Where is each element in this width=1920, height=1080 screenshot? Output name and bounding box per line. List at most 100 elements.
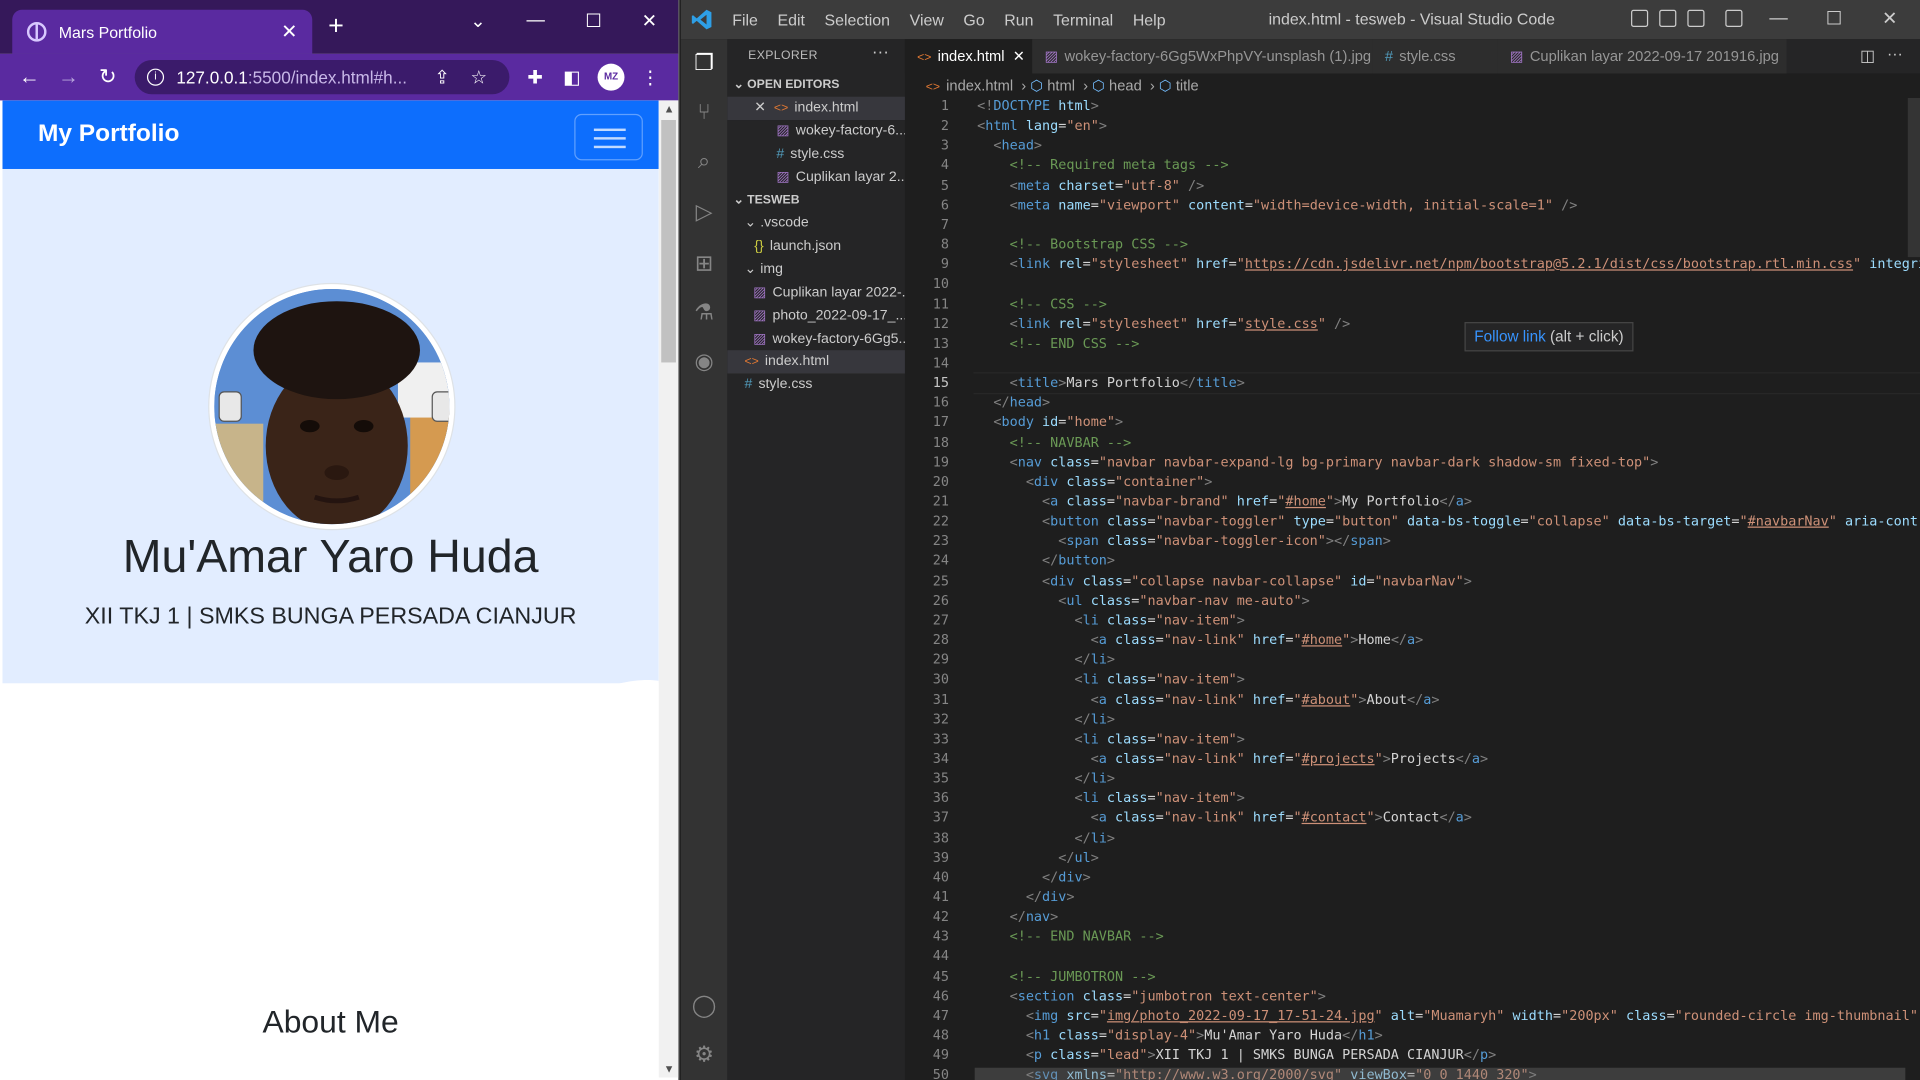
menu-terminal[interactable]: Terminal (1043, 10, 1123, 28)
open-editor-index-html[interactable]: ✕ <> index.html (727, 96, 905, 121)
code-line[interactable]: <button class="navbar-toggler" type="but… (977, 513, 1920, 529)
code-line[interactable]: </li> (977, 652, 1115, 668)
reload-icon[interactable]: ↻ (88, 65, 127, 89)
code-line[interactable]: <nav class="navbar navbar-expand-lg bg-p… (977, 454, 1659, 470)
customize-layout-icon[interactable] (1725, 9, 1743, 27)
address-bar[interactable]: i 127.0.0.1:5500/index.html#h... ⇪ ☆ (134, 60, 510, 95)
edge-devtools-icon[interactable]: ◉ (691, 348, 718, 375)
code-line[interactable]: <link rel="stylesheet" href="https://cdn… (977, 256, 1920, 272)
page-scrollbar[interactable]: ▲ ▼ (658, 100, 679, 1078)
source-control-icon[interactable]: ⑂ (691, 98, 718, 125)
navbar-toggler-button[interactable] (574, 113, 643, 161)
code-line[interactable]: <!-- JUMBOTRON --> (977, 968, 1156, 984)
code-line[interactable]: <li class="nav-item"> (977, 731, 1244, 747)
minimize-icon[interactable]: — (527, 10, 545, 31)
crumb-title[interactable]: title (1176, 77, 1199, 94)
code-line[interactable]: <a class="nav-link" href="#contact">Cont… (977, 810, 1472, 826)
menu-help[interactable]: Help (1123, 10, 1175, 28)
file-wokey[interactable]: ▨ wokey-factory-6Gg5... (727, 328, 905, 351)
tab-style-css[interactable]: # style.css (1372, 39, 1498, 74)
code-line[interactable]: <head> (977, 138, 1042, 154)
file-style-css[interactable]: # style.css (727, 373, 905, 396)
menu-edit[interactable]: Edit (768, 10, 815, 28)
scroll-down-icon[interactable]: ▼ (664, 1063, 675, 1075)
settings-gear-icon[interactable]: ⚙ (691, 1041, 718, 1068)
tab-cuplikan-jpg[interactable]: ▨ Cuplikan layar 2022-09-17 201916.jpg (1497, 39, 1787, 74)
code-line[interactable]: <span class="navbar-toggler-icon"></span… (977, 533, 1391, 549)
toggle-secondary-sidebar-icon[interactable] (1687, 9, 1705, 27)
code-line[interactable]: </button> (977, 553, 1115, 569)
code-line[interactable]: <!DOCTYPE html> (977, 98, 1099, 114)
code-line[interactable]: <!-- END NAVBAR --> (977, 929, 1164, 945)
file-cuplikan[interactable]: ▨ Cuplikan layar 2022-... (727, 282, 905, 305)
open-editor-style-css[interactable]: # style.css (727, 143, 905, 166)
more-actions-icon[interactable]: ··· (872, 42, 889, 62)
browser-tab[interactable]: Mars Portfolio ✕ (12, 9, 313, 54)
code-line[interactable]: <li class="nav-item"> (977, 790, 1244, 806)
code-line[interactable]: <!-- END CSS --> (977, 335, 1140, 351)
code-line[interactable]: <!-- Bootstrap CSS --> (977, 236, 1188, 252)
file-launch-json[interactable]: {} launch.json (727, 235, 905, 258)
tab-search-icon[interactable]: ⌄ (470, 10, 485, 32)
side-panel-icon[interactable]: ◧ (553, 66, 590, 88)
extensions-icon[interactable]: ✚ (517, 66, 554, 88)
crumb-file[interactable]: index.html (946, 77, 1013, 94)
code-line[interactable]: <a class="nav-link" href="#projects">Pro… (977, 751, 1488, 767)
navbar-brand[interactable]: My Portfolio (38, 120, 179, 148)
profile-avatar[interactable]: MZ (597, 63, 625, 91)
new-tab-icon[interactable]: + (328, 12, 344, 39)
code-line[interactable]: <ul class="navbar-nav me-auto"> (977, 592, 1309, 608)
minimap-slider[interactable] (1907, 97, 1920, 258)
maximize-icon[interactable]: ☐ (1826, 7, 1842, 30)
code-line[interactable]: <a class="nav-link" href="#about">About<… (977, 691, 1440, 707)
code-line[interactable]: <img src="img/photo_2022-09-17_17-51-24.… (977, 1008, 1920, 1024)
run-debug-icon[interactable]: ▷ (691, 198, 718, 225)
scrollbar-thumb[interactable] (661, 120, 676, 363)
tab-index-html[interactable]: <> index.html ✕ (904, 39, 1033, 74)
menu-selection[interactable]: Selection (815, 10, 900, 28)
folder-vscode[interactable]: ⌄ .vscode (727, 212, 905, 235)
open-editor-wokey-jpg[interactable]: ▨ wokey-factory-6... (727, 120, 905, 143)
folder-img[interactable]: ⌄ img (727, 258, 905, 281)
crumb-html[interactable]: html (1047, 77, 1075, 94)
code-line[interactable]: <a class="nav-link" href="#home">Home</a… (977, 632, 1424, 648)
open-editors-section[interactable]: ⌄ OPEN EDITORS (727, 73, 905, 96)
horizontal-scrollbar[interactable] (974, 1067, 1906, 1080)
code-line[interactable]: </head> (977, 395, 1050, 411)
share-icon[interactable]: ⇪ (424, 66, 461, 88)
close-window-icon[interactable]: ✕ (1882, 7, 1897, 30)
code-line[interactable]: <!-- CSS --> (977, 296, 1107, 312)
crumb-head[interactable]: head (1109, 77, 1142, 94)
code-line[interactable]: <!-- NAVBAR --> (977, 434, 1132, 450)
code-line[interactable]: </nav> (977, 909, 1059, 925)
back-icon[interactable]: ← (10, 65, 49, 89)
code-line[interactable]: <li class="nav-item"> (977, 612, 1244, 628)
split-editor-icon[interactable]: ◫ (1860, 47, 1875, 67)
extensions-icon[interactable]: ⊞ (691, 250, 718, 277)
code-line[interactable]: <meta charset="utf-8" /> (977, 177, 1205, 193)
accounts-icon[interactable]: ◯ (691, 992, 718, 1019)
code-line[interactable]: </div> (977, 869, 1091, 885)
code-line[interactable]: <!-- Required meta tags --> (977, 157, 1229, 173)
code-line[interactable]: <h1 class="display-4">Mu'Amar Yaro Huda<… (977, 1027, 1383, 1043)
code-line[interactable]: <div class="collapse navbar-collapse" id… (977, 573, 1472, 589)
code-line[interactable]: <body id="home"> (977, 414, 1123, 430)
close-window-icon[interactable]: ✕ (642, 10, 657, 32)
code-line[interactable]: </li> (977, 770, 1115, 786)
menu-kebab-icon[interactable]: ⋮ (632, 66, 669, 88)
code-line[interactable]: <section class="jumbotron text-center"> (977, 988, 1326, 1004)
code-line[interactable]: <meta name="viewport" content="width=dev… (977, 197, 1578, 213)
code-line[interactable]: </li> (977, 711, 1115, 727)
code-line[interactable]: </li> (977, 830, 1115, 846)
menu-go[interactable]: Go (954, 10, 995, 28)
file-index-html[interactable]: <> index.html (727, 350, 905, 374)
code-line[interactable]: <html lang="en"> (977, 118, 1107, 134)
scroll-up-icon[interactable]: ▲ (664, 103, 675, 115)
code-line[interactable]: <div class="container"> (977, 474, 1213, 490)
open-editor-cuplikan-jpg[interactable]: ▨ Cuplikan layar 2... (727, 167, 905, 190)
file-photo[interactable]: ▨ photo_2022-09-17_... (727, 305, 905, 328)
menu-file[interactable]: File (722, 10, 767, 28)
forward-icon[interactable]: → (49, 65, 88, 89)
explorer-icon[interactable]: ❐ (691, 49, 718, 76)
minimize-icon[interactable]: — (1769, 7, 1787, 28)
